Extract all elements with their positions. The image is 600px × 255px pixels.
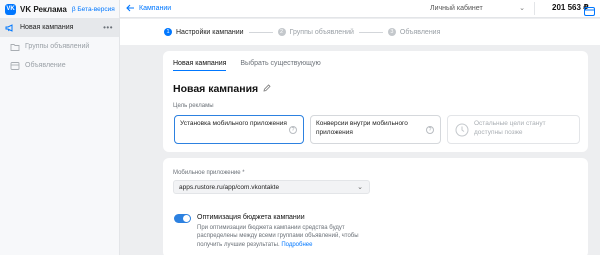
beta-badge: β Бета-версия: [71, 5, 115, 13]
budget-optimization-label: Оптимизация бюджета кампании: [197, 214, 305, 221]
mobile-app-select[interactable]: apps.rustore.ru/app/com.vkontakte ⌄: [173, 180, 370, 194]
step-number: 2: [277, 28, 286, 36]
goal-app-install[interactable]: Установка мобильного приложения ?: [174, 115, 304, 144]
campaign-title-text: Новая кампания: [173, 83, 259, 95]
step-label: Настройки кампании: [176, 28, 244, 36]
budget-optimization-description: При оптимизации бюджета кампании средств…: [197, 224, 377, 249]
sidebar-item-new-campaign[interactable]: Новая кампания •••: [0, 18, 119, 37]
cabinet-select[interactable]: Личный кабинет ⌄: [425, 2, 535, 15]
step-campaign-settings[interactable]: 1 Настройки кампании: [164, 28, 244, 36]
campaign-card: Новая кампания Выбрать существующую Нова…: [163, 51, 588, 152]
top-header: Кампании Личный кабинет ⌄ 201 563 ₽: [120, 0, 600, 18]
tab-choose-existing[interactable]: Выбрать существующую: [240, 60, 320, 71]
brand-logo[interactable]: VK VK Реклама β Бета-версия: [0, 0, 119, 18]
brand-name: VK Реклама: [20, 4, 67, 14]
clock-icon: [455, 123, 469, 137]
goal-other-disabled: Остальные цели станут доступны позже: [447, 115, 580, 144]
sidebar: VK VK Реклама β Бета-версия Новая кампан…: [0, 0, 120, 255]
goal-in-app-conversions[interactable]: Конверсии внутри мобильного приложения ?: [310, 115, 441, 144]
step-ad-groups[interactable]: 2 Группы объявлений: [277, 28, 354, 36]
app-settings-card: Мобильное приложение * apps.rustore.ru/a…: [163, 158, 588, 255]
step-divider: [358, 31, 383, 33]
help-icon[interactable]: ?: [289, 126, 297, 134]
goal-label: Цель рекламы: [173, 103, 214, 109]
toggle-knob: [183, 215, 190, 222]
wizard-steps: 1 Настройки кампании 2 Группы объявлений…: [120, 19, 600, 45]
step-label: Объявления: [399, 28, 441, 36]
sidebar-item-label: Объявление: [25, 62, 66, 69]
sidebar-item-label: Новая кампания: [20, 24, 74, 31]
sidebar-item-ad[interactable]: Объявление: [0, 56, 119, 75]
more-link[interactable]: Подробнее: [281, 242, 312, 248]
megaphone-icon: [5, 23, 15, 33]
back-link-label: Кампании: [139, 5, 172, 12]
cabinet-label: Личный кабинет: [430, 5, 483, 12]
goal-label-text: Остальные цели станут доступны позже: [474, 120, 546, 136]
sidebar-item-label: Группы объявлений: [25, 43, 90, 50]
description-text: При оптимизации бюджета кампании средств…: [197, 225, 359, 248]
step-number: 1: [164, 28, 172, 36]
tab-new-campaign[interactable]: Новая кампания: [173, 60, 227, 71]
mobile-app-label: Мобильное приложение *: [173, 170, 245, 176]
folder-icon: [10, 42, 20, 52]
pencil-icon[interactable]: [263, 83, 271, 95]
help-icon[interactable]: ?: [426, 126, 434, 134]
budget-optimization-toggle[interactable]: [174, 214, 191, 223]
step-label: Группы объявлений: [289, 28, 354, 36]
back-to-campaigns-link[interactable]: Кампании: [126, 4, 171, 14]
mobile-app-value: apps.rustore.ru/app/com.vkontakte: [179, 183, 280, 191]
chevron-down-icon: ⌄: [357, 184, 363, 191]
step-ads[interactable]: 3 Объявления: [387, 28, 441, 36]
arrow-left-icon: [126, 4, 135, 14]
wallet-icon[interactable]: [584, 3, 595, 16]
picture-icon: [10, 61, 20, 71]
campaign-tabs: Новая кампания Выбрать существующую: [173, 60, 321, 71]
sidebar-item-ad-groups[interactable]: Группы объявлений: [0, 37, 119, 56]
vk-logo-icon: VK: [5, 3, 16, 15]
campaign-title: Новая кампания: [173, 83, 271, 95]
step-divider: [248, 31, 273, 33]
goal-label-text: Установка мобильного приложения: [180, 120, 287, 127]
goal-label-text: Конверсии внутри мобильного приложения: [316, 120, 408, 136]
more-options-icon[interactable]: •••: [103, 23, 113, 32]
chevron-down-icon: ⌄: [519, 5, 525, 12]
step-number: 3: [387, 28, 396, 36]
